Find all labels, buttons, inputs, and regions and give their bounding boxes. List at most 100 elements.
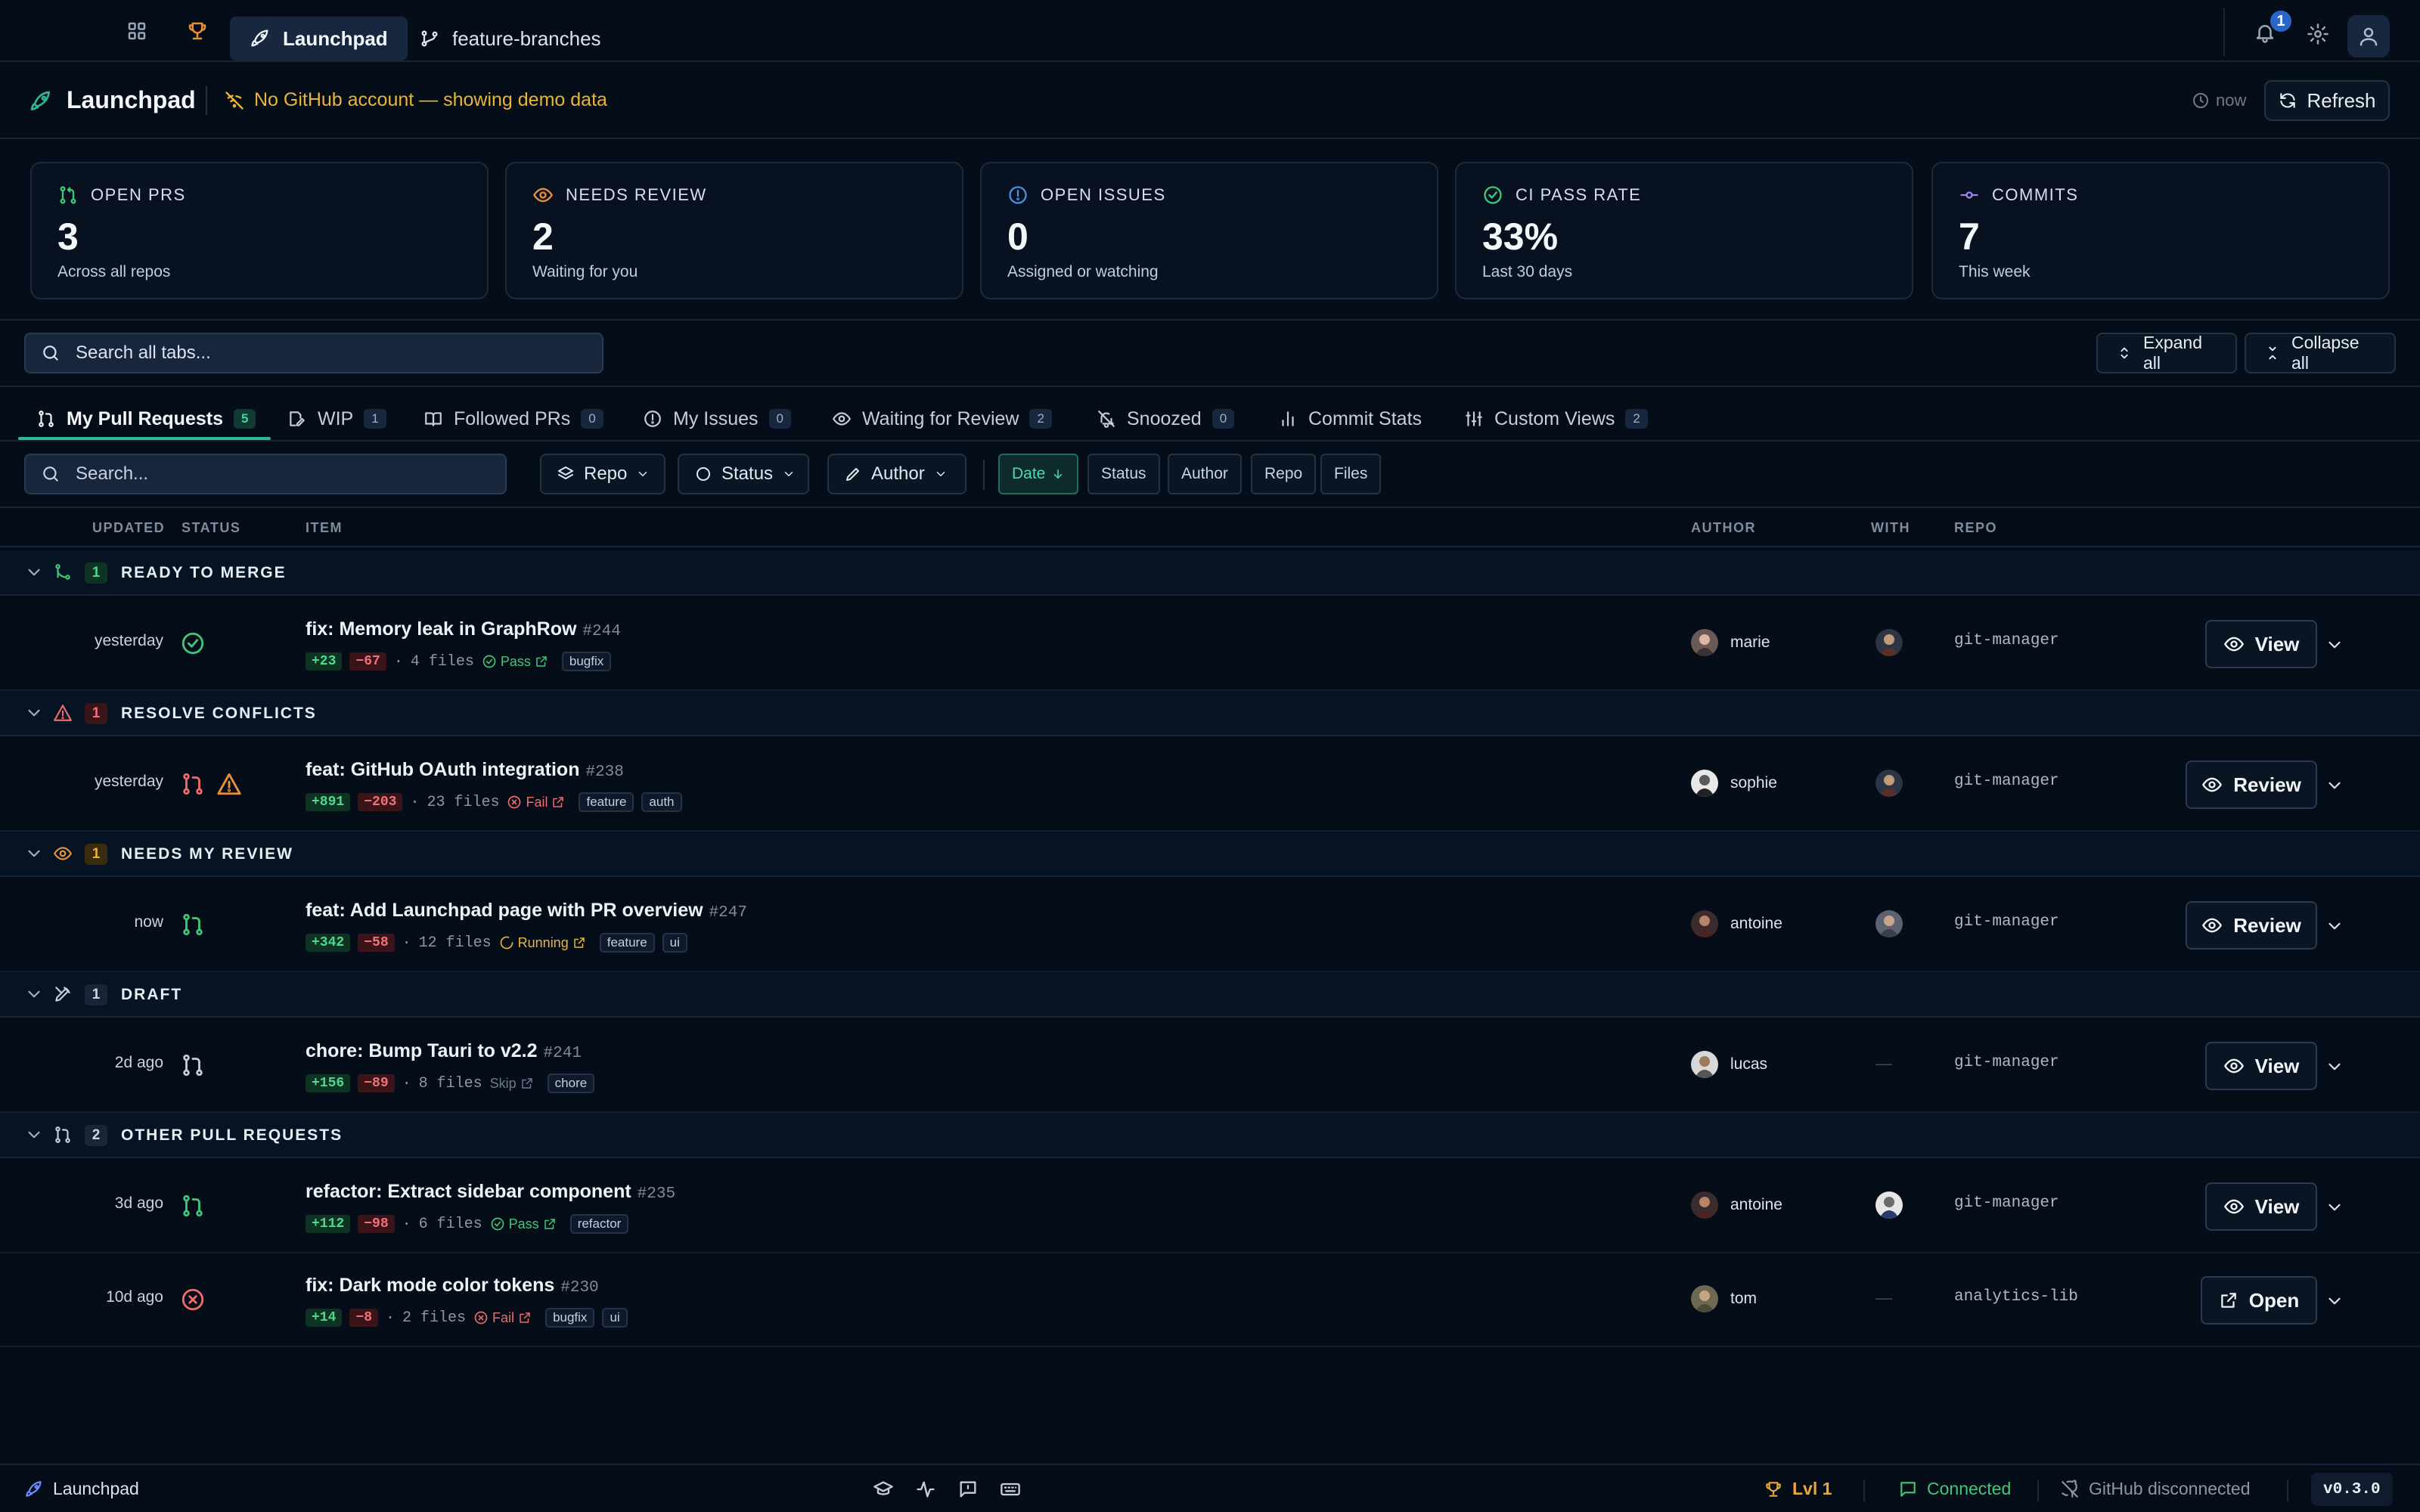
repo-filter-dropdown[interactable]: Repo (540, 454, 666, 494)
user-avatar-button[interactable] (2347, 15, 2390, 57)
tab-my-pull-requests[interactable]: My Pull Requests 5 (36, 398, 256, 440)
column-header-author[interactable]: AUTHOR (1691, 520, 1756, 536)
trophy-icon[interactable] (186, 20, 210, 44)
ci-status-link[interactable]: Fail (507, 795, 565, 810)
pr-number: #230 (560, 1279, 599, 1297)
ci-status-link[interactable]: Pass (482, 654, 548, 670)
group-other-pull-requests[interactable]: 2 OTHER PULL REQUESTS (0, 1113, 2420, 1158)
group-ready-to-merge[interactable]: 1 READY TO MERGE (0, 550, 2420, 596)
pr-title-link[interactable]: feat: GitHub OAuth integration #238 (306, 759, 624, 781)
pr-title-link[interactable]: fix: Memory leak in GraphRow #244 (306, 618, 621, 640)
tab-wip[interactable]: WIP 1 (287, 398, 386, 440)
group-count: 1 (85, 844, 107, 865)
table-row[interactable]: yesterday fix: Memory leak in GraphRow #2… (0, 597, 2420, 691)
chevron-down-icon[interactable] (2325, 635, 2344, 655)
tab-launchpad[interactable]: Launchpad (230, 17, 408, 60)
tab-commit-stats[interactable]: Commit Stats (1278, 398, 1422, 440)
refresh-button[interactable]: Refresh (2264, 80, 2390, 121)
chevron-down-icon[interactable] (2325, 1057, 2344, 1077)
global-search-placeholder: Search all tabs... (76, 342, 211, 363)
ci-status-link[interactable]: Pass (490, 1216, 557, 1232)
column-header-item[interactable]: ITEM (306, 520, 343, 536)
status-level[interactable]: Lvl 1 (1764, 1479, 1832, 1499)
tab-followed-prs[interactable]: Followed PRs 0 (424, 398, 603, 440)
status-github[interactable]: GitHub disconnected (2060, 1479, 2251, 1499)
stat-card-open-issues[interactable]: OPEN ISSUES 0 Assigned or watching (980, 162, 1438, 299)
chevron-down-icon[interactable] (2325, 1198, 2344, 1217)
pr-title-link[interactable]: feat: Add Launchpad page with PR overvie… (306, 900, 747, 922)
group-resolve-conflicts[interactable]: 1 RESOLVE CONFLICTS (0, 691, 2420, 736)
pr-icon (180, 771, 206, 797)
tab-waiting-for-review[interactable]: Waiting for Review 2 (832, 398, 1052, 440)
avatar (1691, 629, 1718, 656)
chevron-down-icon[interactable] (24, 562, 44, 582)
list-search-input[interactable]: Search... (24, 454, 507, 494)
message-icon[interactable] (957, 1479, 979, 1500)
group-needs-my-review[interactable]: 1 NEEDS MY REVIEW (0, 832, 2420, 877)
group-draft[interactable]: 1 DRAFT (0, 972, 2420, 1018)
stat-card-commits[interactable]: COMMITS 7 This week (1931, 162, 2390, 299)
chevron-down-icon[interactable] (24, 1125, 44, 1145)
column-header-repo[interactable]: REPO (1954, 520, 1997, 536)
sort-status-button[interactable]: Status (1087, 454, 1160, 494)
version-badge[interactable]: v0.3.0 (2311, 1473, 2393, 1506)
view-button[interactable]: View (2205, 620, 2317, 668)
ci-status-link[interactable]: Fail (473, 1310, 532, 1326)
stat-label: OPEN PRS (91, 185, 186, 204)
column-header-status[interactable]: STATUS (182, 520, 240, 536)
view-button[interactable]: View (2205, 1182, 2317, 1231)
table-row[interactable]: 2d ago chore: Bump Tauri to v2.2 #241 +15… (0, 1019, 2420, 1113)
chevron-down-icon[interactable] (24, 703, 44, 723)
stat-card-needs-review[interactable]: NEEDS REVIEW 2 Waiting for you (505, 162, 963, 299)
wifi-off-icon (224, 90, 245, 111)
global-search-input[interactable]: Search all tabs... (24, 333, 603, 373)
status-connection[interactable]: Connected (1898, 1479, 2011, 1499)
stat-card-ci-pass-rate[interactable]: CI PASS RATE 33% Last 30 days (1455, 162, 1913, 299)
chevron-down-icon[interactable] (24, 984, 44, 1004)
sort-repo-button[interactable]: Repo (1251, 454, 1317, 494)
chevron-down-icon[interactable] (2325, 916, 2344, 936)
ci-status-link[interactable]: Skip (490, 1076, 534, 1092)
chevron-down-icon[interactable] (2325, 776, 2344, 795)
tab-snoozed[interactable]: Snoozed 0 (1097, 398, 1235, 440)
status-filter-dropdown[interactable]: Status (678, 454, 809, 494)
stat-card-open-prs[interactable]: OPEN PRS 3 Across all repos (30, 162, 489, 299)
author-filter-label: Author (871, 463, 925, 484)
chevron-down-icon[interactable] (2325, 1291, 2344, 1311)
expand-all-button[interactable]: Expand all (2096, 333, 2237, 373)
pr-title-link[interactable]: fix: Dark mode color tokens #230 (306, 1275, 599, 1297)
sort-date-button[interactable]: Date (998, 454, 1079, 494)
gear-icon[interactable] (2307, 23, 2331, 47)
table-row[interactable]: 10d ago fix: Dark mode color tokens #230 … (0, 1253, 2420, 1347)
grid-icon[interactable] (126, 20, 150, 44)
graduation-cap-icon[interactable] (873, 1479, 894, 1500)
author-filter-dropdown[interactable]: Author (827, 454, 966, 494)
tab-my-issues[interactable]: My Issues 0 (643, 398, 791, 440)
table-row[interactable]: now feat: Add Launchpad page with PR ove… (0, 878, 2420, 972)
pr-title-link[interactable]: refactor: Extract sidebar component #235 (306, 1181, 675, 1203)
activity-icon[interactable] (915, 1479, 936, 1500)
reviewer-avatar (1876, 629, 1903, 656)
pr-title-link[interactable]: chore: Bump Tauri to v2.2 #241 (306, 1040, 582, 1062)
ci-status-link[interactable]: Running (499, 935, 586, 951)
tab-label: Waiting for Review (862, 407, 1019, 429)
column-header-with[interactable]: WITH (1871, 520, 1910, 536)
status-app[interactable]: Launchpad (24, 1479, 139, 1499)
tab-feature-branches[interactable]: feature-branches (399, 17, 621, 60)
chevron-down-icon[interactable] (24, 844, 44, 863)
keyboard-icon[interactable] (1000, 1479, 1021, 1500)
column-header-updated[interactable]: UPDATED (92, 520, 165, 536)
sort-author-button[interactable]: Author (1168, 454, 1242, 494)
list-search-placeholder: Search... (76, 463, 149, 484)
table-row[interactable]: yesterday feat: GitHub OAuth integration… (0, 738, 2420, 832)
view-button[interactable]: View (2205, 1042, 2317, 1090)
collapse-all-button[interactable]: Collapse all (2245, 333, 2396, 373)
x-circle-icon (507, 795, 522, 810)
eye-icon (2223, 1055, 2245, 1077)
tab-custom-views[interactable]: Custom Views 2 (1464, 398, 1648, 440)
sort-files-button[interactable]: Files (1320, 454, 1382, 494)
table-row[interactable]: 3d ago refactor: Extract sidebar compone… (0, 1160, 2420, 1253)
open-button[interactable]: Open (2201, 1276, 2317, 1325)
review-button[interactable]: Review (2186, 761, 2317, 809)
review-button[interactable]: Review (2186, 901, 2317, 950)
